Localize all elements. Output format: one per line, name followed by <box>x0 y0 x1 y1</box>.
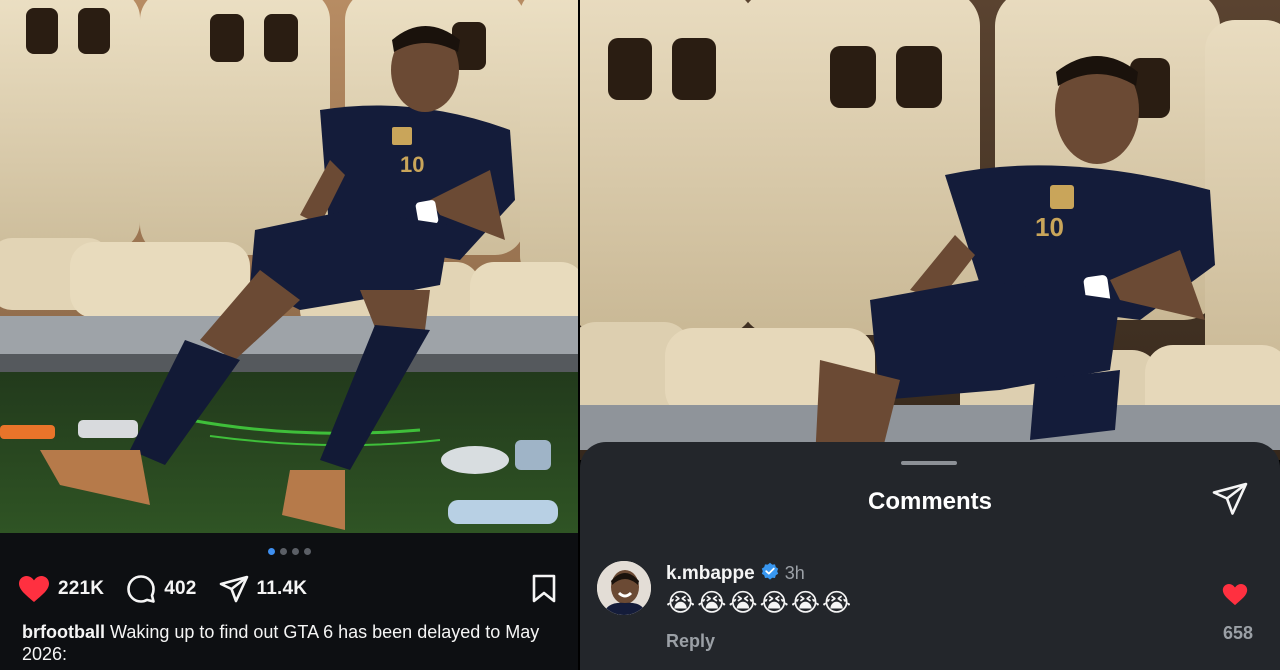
svg-text:10: 10 <box>1035 212 1064 242</box>
carousel-dot <box>279 548 287 555</box>
comment-text: 😭😭😭😭😭😭 <box>666 588 854 617</box>
comment-header: k.mbappe 3h <box>666 562 805 585</box>
carousel-indicator <box>0 548 578 555</box>
comment-username[interactable]: k.mbappe <box>666 563 755 585</box>
player-on-bench-photo: 10 <box>0 0 578 533</box>
avatar[interactable] <box>597 561 651 615</box>
post-photo-dimmed: 10 <box>580 0 1280 460</box>
verified-icon <box>761 562 779 585</box>
comments-sheet: Comments k.mbappe 3h 😭😭😭😭😭😭 Reply 658 <box>580 442 1280 670</box>
like-button[interactable]: 221K <box>18 575 104 603</box>
carousel-dot <box>267 548 275 555</box>
heart-icon <box>1222 583 1248 606</box>
comments-title: Comments <box>867 488 993 515</box>
like-count: 221K <box>58 578 105 599</box>
comment-time: 3h <box>784 563 805 583</box>
sheet-grabber[interactable] <box>901 461 957 465</box>
share-count: 11.4K <box>256 578 308 599</box>
heart-icon <box>18 575 50 603</box>
comments-panel: 10 Comments k.mbappe 3h 😭😭😭😭😭😭 Reply 658 <box>580 0 1280 670</box>
comment-like-count: 658 <box>1222 623 1253 643</box>
reply-button[interactable]: Reply <box>666 631 715 652</box>
post-caption: brfootball Waking up to find out GTA 6 h… <box>22 621 552 665</box>
share-icon <box>219 575 249 603</box>
comment-button[interactable]: 402 <box>126 574 196 604</box>
comment-like-button[interactable] <box>1222 583 1248 611</box>
post-panel: 10 221K 402 11.4K brfootball Waking up t… <box>0 0 578 670</box>
comment-icon <box>126 574 156 604</box>
comment-count: 402 <box>164 578 197 599</box>
share-button[interactable]: 11.4K <box>219 575 308 603</box>
post-action-bar: 221K 402 11.4K <box>18 572 560 606</box>
post-photo[interactable]: 10 <box>0 0 578 533</box>
bookmark-icon[interactable] <box>532 574 556 609</box>
carousel-dot <box>303 548 311 555</box>
svg-text:10: 10 <box>400 152 424 177</box>
caption-username[interactable]: brfootball <box>22 622 105 642</box>
carousel-dot <box>291 548 299 555</box>
send-icon[interactable] <box>1212 482 1248 521</box>
